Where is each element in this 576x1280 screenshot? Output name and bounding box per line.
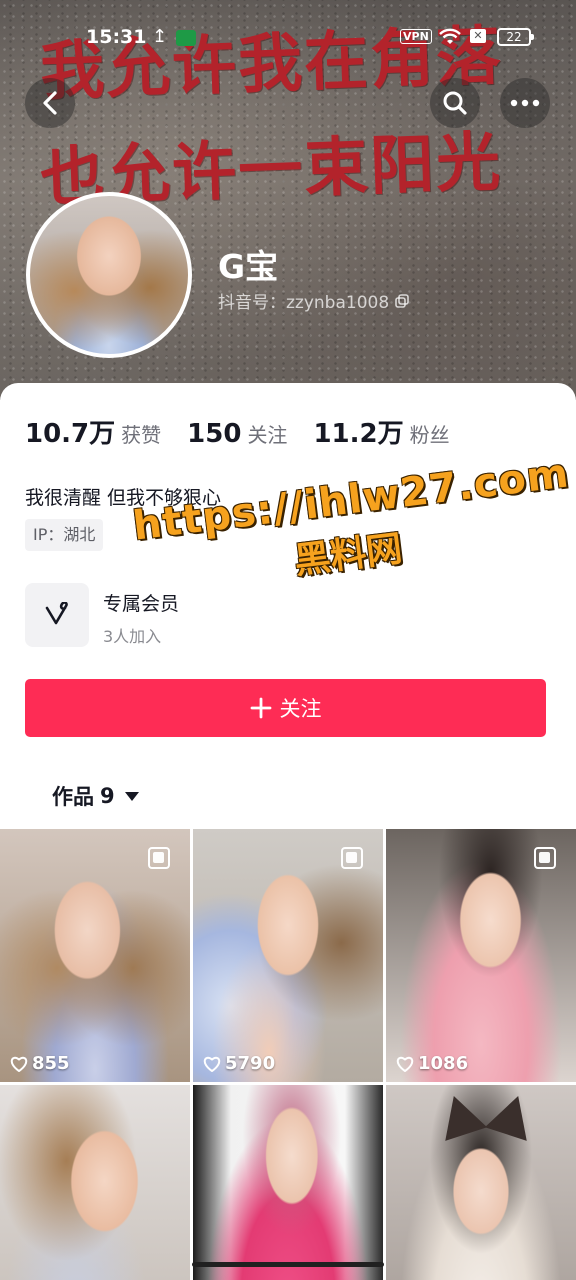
like-count: 5790 [203,1053,275,1074]
member-v-icon [25,583,89,647]
caret-down-icon[interactable] [124,791,139,801]
stat-following[interactable]: 150 关注 [187,419,287,449]
vpn-indicator: VPN [400,29,432,44]
douyin-id: 抖音号：zzynba1008 [218,293,390,313]
search-button[interactable] [430,78,480,128]
home-indicator[interactable] [192,1262,384,1267]
more-icon [510,99,540,107]
douyin-id-row[interactable]: 抖音号：zzynba1008 [218,288,409,313]
multi-image-icon [534,847,556,869]
tab-works[interactable]: 作品 9 [52,781,139,811]
video-thumbnail[interactable]: 1086 [386,829,576,1082]
stat-likes[interactable]: 10.7万 获赞 [25,413,161,450]
like-count: 1086 [396,1053,468,1074]
plus-icon [250,697,271,719]
multi-image-icon [341,847,363,869]
membership-entry[interactable]: 专属会员 3人加入 [25,583,545,649]
search-icon [443,91,467,115]
avatar[interactable] [26,192,192,358]
multi-image-icon [148,847,170,869]
membership-subtitle: 3人加入 [103,627,162,646]
video-thumbnail[interactable]: 5790 [193,829,383,1082]
works-count: 9 [100,784,115,808]
stats-row: 10.7万 获赞 150 关注 11.2万 粉丝 [25,413,476,450]
cat-ear-decoration [484,1089,540,1141]
back-button[interactable] [25,78,75,128]
follow-button[interactable]: 关注 [25,679,546,737]
nickname: G宝 [218,247,279,286]
stat-label: 关注 [247,423,288,447]
video-thumbnail[interactable] [0,1085,190,1280]
like-count-value: 1086 [418,1053,469,1074]
heart-icon [203,1056,221,1072]
status-bar: 15:31 ↥ VPN ✕ 22 [0,22,576,56]
like-count-value: 855 [32,1053,70,1074]
ip-location-tag: IP：湖北 [25,519,104,551]
app-notification-icon [176,30,196,46]
status-time: 15:31 [86,26,147,48]
more-button[interactable] [500,78,550,128]
video-thumbnail[interactable] [386,1085,576,1280]
video-thumbnail[interactable] [193,1085,383,1280]
upload-icon: ↥ [152,26,168,47]
stat-value: 150 [187,419,242,449]
like-count: 855 [10,1053,70,1074]
wifi-icon [439,28,461,44]
stat-label: 粉丝 [409,423,450,447]
back-arrow-icon [43,91,57,115]
copy-icon[interactable] [395,293,409,308]
stat-label: 获赞 [121,423,162,447]
stat-value: 11.2万 [313,419,404,449]
works-tab-label: 作品 [52,785,94,809]
stat-followers[interactable]: 11.2万 粉丝 [313,413,449,450]
video-thumbnail[interactable]: 855 [0,829,190,1082]
follow-button-label: 关注 [279,697,322,721]
heart-icon [10,1056,28,1072]
stat-value: 10.7万 [25,419,116,449]
battery-indicator: 22 [497,28,534,46]
like-count-value: 5790 [225,1053,276,1074]
no-sim-icon: ✕ [470,29,486,43]
heart-icon [396,1056,414,1072]
cat-ear-decoration [432,1089,488,1141]
